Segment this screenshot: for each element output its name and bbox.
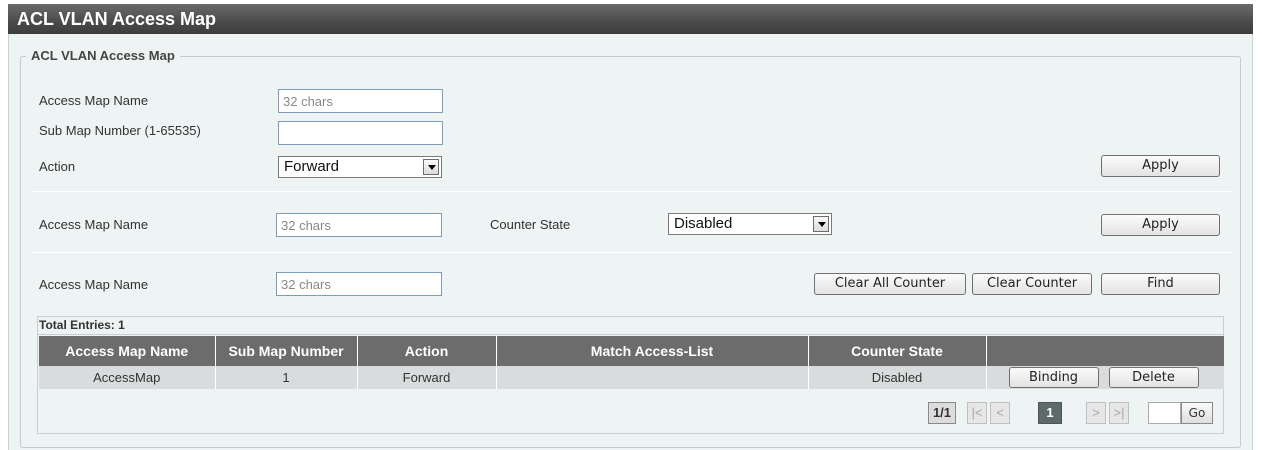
last-page-button[interactable]: >| [1109, 402, 1129, 424]
apply-button-1[interactable]: Apply [1101, 155, 1220, 177]
access-map-name-input[interactable] [278, 89, 443, 113]
table-header-row: Access Map Name Sub Map Number Action Ma… [39, 336, 1224, 366]
first-page-button[interactable]: |< [967, 402, 987, 424]
page-indicator: 1/1 [928, 402, 956, 424]
counter-state-select[interactable]: Disabled [668, 213, 832, 235]
page-title: ACL VLAN Access Map [8, 4, 1253, 34]
total-entries: Total Entries: 1 [38, 317, 1223, 335]
chevron-down-icon[interactable] [423, 159, 439, 175]
divider [31, 252, 1233, 253]
go-page-input[interactable] [1148, 402, 1181, 424]
go-button[interactable]: Go [1181, 402, 1213, 424]
column-header: Sub Map Number [215, 336, 358, 366]
clear-counter-button[interactable]: Clear Counter [972, 273, 1092, 295]
action-select[interactable]: Forward [278, 156, 442, 178]
page-1-button[interactable]: 1 [1038, 402, 1062, 424]
sub-map-number-label: Sub Map Number (1-65535) [39, 123, 201, 138]
cell-match-access-list [496, 366, 809, 389]
column-header: Action [357, 336, 497, 366]
delete-button[interactable]: Delete [1108, 367, 1199, 388]
divider [31, 191, 1233, 192]
cell-action: Forward [357, 366, 497, 389]
apply-button-2[interactable]: Apply [1101, 214, 1220, 236]
binding-button[interactable]: Binding [1008, 367, 1099, 388]
clear-all-counter-button[interactable]: Clear All Counter [814, 273, 966, 295]
action-label: Action [39, 159, 76, 174]
column-header: Match Access-List [496, 336, 809, 366]
chevron-down-icon[interactable] [813, 216, 829, 232]
cell-actions: Binding Delete [986, 366, 1224, 389]
table-row: AccessMap 1 Forward Disabled Binding Del… [39, 366, 1224, 389]
fieldset-legend: ACL VLAN Access Map [26, 48, 180, 63]
counter-state-select-value: Disabled [674, 215, 733, 232]
cell-counter-state: Disabled [808, 366, 987, 389]
next-page-button[interactable]: > [1086, 402, 1106, 424]
entries-table: Access Map Name Sub Map Number Action Ma… [39, 336, 1224, 389]
entries-table-container: Total Entries: 1 Access Map Name Sub Map… [37, 316, 1224, 434]
main-panel: ACL VLAN Access Map Access Map Name Sub … [8, 34, 1253, 450]
access-map-name-input-3[interactable] [276, 272, 442, 296]
access-map-name-label-3: Access Map Name [39, 277, 149, 292]
column-header: Counter State [808, 336, 987, 366]
cell-sub-map-number: 1 [215, 366, 358, 389]
column-header: Access Map Name [39, 336, 216, 366]
cell-access-map-name: AccessMap [39, 366, 216, 389]
find-button[interactable]: Find [1101, 273, 1220, 295]
counter-state-label: Counter State [490, 217, 571, 232]
access-map-name-label-2: Access Map Name [39, 217, 149, 232]
sub-map-number-input[interactable] [278, 121, 443, 145]
access-map-name-input-2[interactable] [276, 213, 442, 237]
access-map-name-label: Access Map Name [39, 93, 149, 108]
column-header [986, 336, 1224, 366]
action-select-value: Forward [284, 158, 340, 175]
prev-page-button[interactable]: < [990, 402, 1010, 424]
